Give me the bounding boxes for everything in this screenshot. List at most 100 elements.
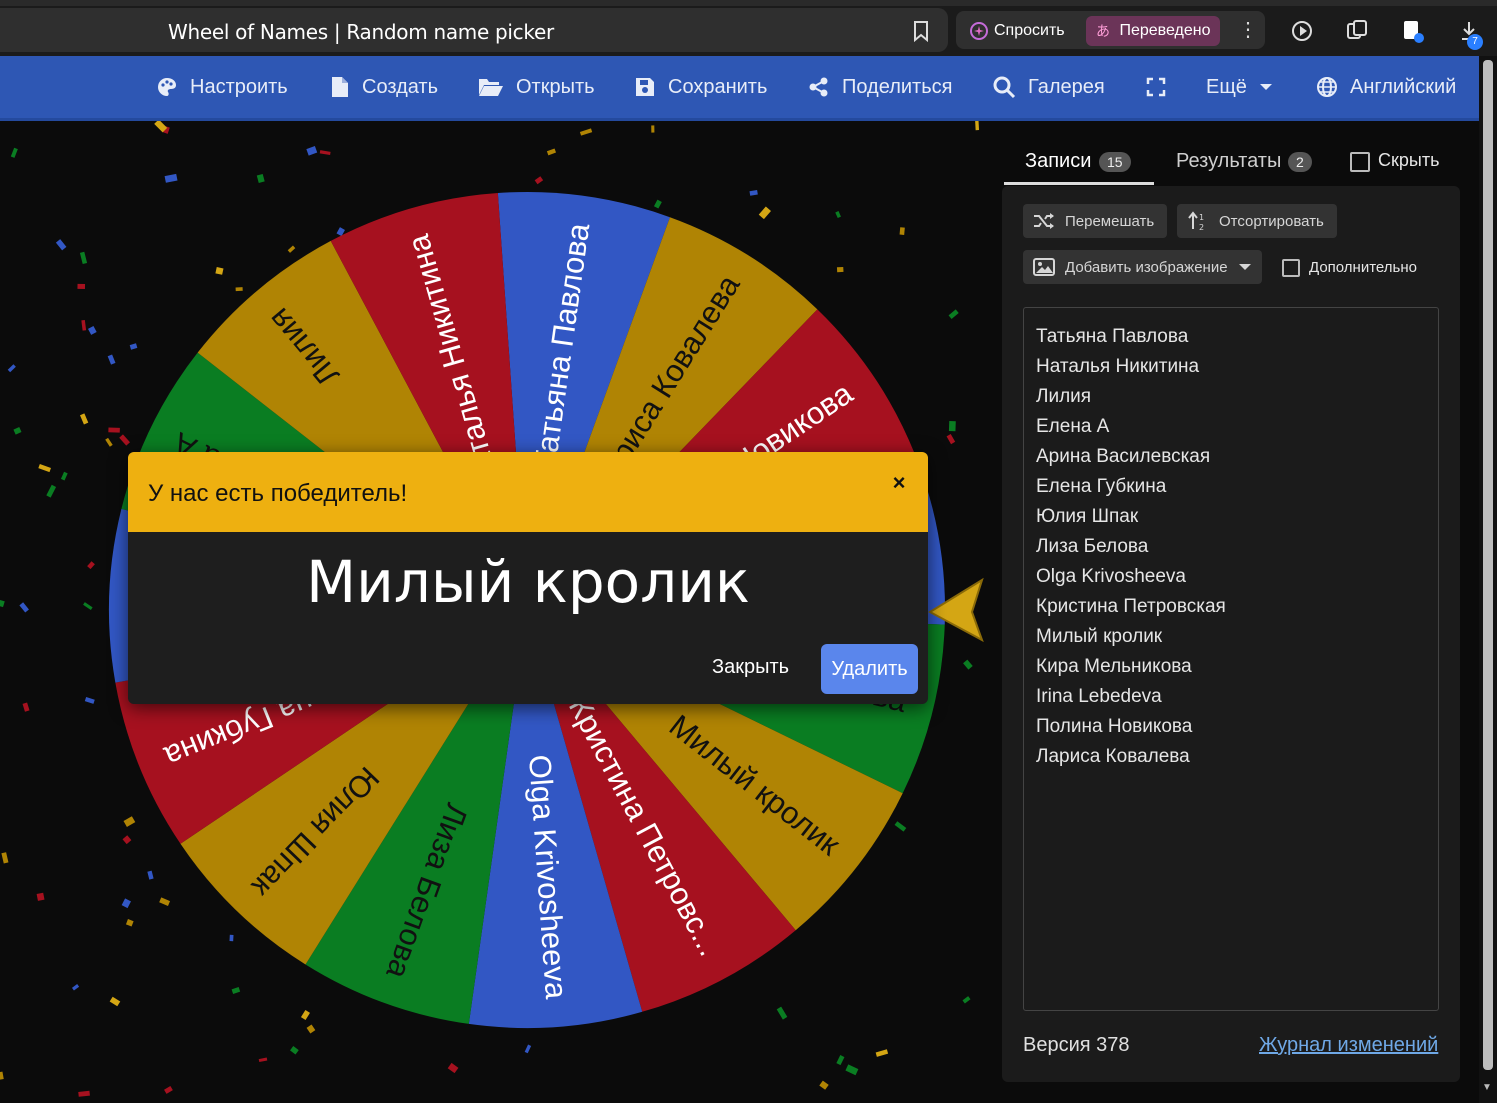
confetti-piece bbox=[10, 147, 18, 158]
shuffle-button[interactable]: Перемешать bbox=[1023, 204, 1167, 238]
confetti-piece bbox=[948, 309, 959, 319]
sort-label: Отсортировать bbox=[1219, 212, 1324, 230]
confetti-piece bbox=[534, 176, 544, 185]
floppy-disk-icon bbox=[636, 78, 654, 96]
ask-button[interactable]: Спросить bbox=[968, 18, 1065, 44]
entry-item: Елена Губкина bbox=[1036, 476, 1167, 497]
scrollbar-thumb[interactable] bbox=[1483, 60, 1493, 1070]
confetti-piece bbox=[287, 245, 296, 253]
more-vertical-icon[interactable]: ⋮ bbox=[1238, 17, 1258, 42]
customize-label: Настроить bbox=[190, 75, 288, 98]
close-button[interactable]: Закрыть bbox=[712, 656, 789, 679]
confetti-piece bbox=[46, 484, 57, 498]
entry-item: Кира Мельникова bbox=[1036, 656, 1192, 677]
svg-text:2: 2 bbox=[1199, 223, 1204, 231]
confetti-piece bbox=[546, 148, 557, 156]
confetti-piece bbox=[80, 413, 89, 425]
confetti-piece bbox=[55, 239, 67, 251]
entry-item: Наталья Никитина bbox=[1036, 356, 1200, 377]
page-title: Wheel of Names | Random name picker bbox=[168, 20, 554, 44]
open-button[interactable]: Открыть bbox=[478, 73, 595, 101]
tab-results-label: Результаты bbox=[1176, 150, 1282, 172]
confetti-piece bbox=[975, 121, 980, 131]
fullscreen-button[interactable] bbox=[1146, 73, 1166, 101]
customize-button[interactable]: Настроить bbox=[156, 73, 288, 101]
entry-item: Кристина Петровская bbox=[1036, 596, 1226, 617]
confetti-piece bbox=[119, 434, 130, 446]
winner-name: Милый кролик bbox=[306, 548, 750, 616]
confetti-piece bbox=[231, 987, 241, 994]
extension-icon[interactable] bbox=[1400, 18, 1426, 44]
confetti-piece bbox=[0, 1071, 4, 1080]
advanced-checkbox[interactable] bbox=[1282, 259, 1300, 277]
shuffle-icon bbox=[1034, 213, 1054, 229]
bookmark-icon[interactable] bbox=[910, 20, 932, 42]
confetti-piece bbox=[22, 702, 30, 712]
confetti-piece bbox=[109, 996, 121, 1007]
confetti-piece bbox=[290, 1046, 299, 1055]
share-label: Поделиться bbox=[842, 75, 953, 98]
confetti-piece bbox=[60, 471, 68, 481]
file-icon bbox=[332, 77, 348, 97]
entry-item: Арина Василевская bbox=[1036, 446, 1211, 467]
confetti-piece bbox=[129, 343, 138, 350]
remove-button[interactable]: Удалить bbox=[821, 644, 918, 694]
confetti-piece bbox=[899, 227, 905, 235]
sort-icon: 1 2 bbox=[1188, 211, 1204, 231]
media-play-icon[interactable] bbox=[1290, 18, 1316, 44]
translate-icon: あ bbox=[1096, 24, 1110, 40]
dialog-header: У нас есть победитель! × bbox=[128, 452, 928, 532]
confetti-piece bbox=[845, 1064, 859, 1076]
gallery-label: Галерея bbox=[1028, 75, 1105, 98]
shuffle-label: Перемешать bbox=[1065, 212, 1155, 230]
entry-item: Татьяна Павлова bbox=[1036, 326, 1189, 347]
entry-item: Елена А bbox=[1036, 416, 1110, 437]
confetti-piece bbox=[164, 173, 178, 183]
entries-count-badge: 15 bbox=[1099, 152, 1131, 172]
entry-item: Irina Lebedeva bbox=[1036, 686, 1162, 707]
confetti-piece bbox=[122, 835, 132, 845]
language-button[interactable]: Английский bbox=[1316, 73, 1456, 101]
confetti-piece bbox=[963, 659, 973, 670]
confetti-piece bbox=[524, 1044, 532, 1054]
browser-top-strip bbox=[0, 0, 1497, 6]
confetti-piece bbox=[36, 892, 45, 901]
changelog-link[interactable]: Журнал изменений bbox=[1259, 1034, 1438, 1057]
sort-button[interactable]: 1 2 Отсортировать bbox=[1177, 204, 1337, 238]
close-icon[interactable]: × bbox=[888, 470, 910, 495]
save-button[interactable]: Сохранить bbox=[634, 73, 767, 101]
winner-dialog: У нас есть победитель! × Милый кролик За… bbox=[128, 452, 928, 704]
add-image-dropdown[interactable]: Добавить изображение bbox=[1023, 250, 1262, 284]
confetti-piece bbox=[79, 251, 88, 265]
translated-button[interactable]: あ Переведено bbox=[1086, 16, 1220, 46]
advanced-label: Дополнительно bbox=[1309, 259, 1417, 276]
hide-checkbox[interactable] bbox=[1350, 152, 1370, 172]
tab-entries-label: Записи bbox=[1025, 150, 1092, 172]
confetti-piece bbox=[1, 852, 9, 864]
confetti-piece bbox=[147, 870, 154, 880]
globe-icon bbox=[1317, 77, 1337, 97]
ask-label: Спросить bbox=[994, 22, 1065, 39]
entry-item: Olga Krivosheeva bbox=[1036, 566, 1186, 587]
more-menu-button[interactable]: Ещё bbox=[1206, 73, 1273, 101]
version-text: Версия 378 bbox=[1023, 1034, 1130, 1056]
new-button[interactable]: Создать bbox=[330, 73, 438, 101]
address-bar[interactable]: Wheel of Names | Random name picker bbox=[0, 8, 948, 52]
reader-icon[interactable] bbox=[1344, 18, 1370, 44]
tab-results[interactable]: Результаты 2 bbox=[1176, 150, 1312, 173]
caret-down-icon bbox=[1259, 84, 1272, 90]
confetti-piece bbox=[121, 898, 131, 909]
confetti-piece bbox=[319, 150, 331, 156]
scroll-down-arrow-icon[interactable]: ▼ bbox=[1482, 1082, 1492, 1093]
downloads-badge: 7 bbox=[1467, 34, 1483, 50]
sparkle-chat-icon bbox=[970, 22, 988, 40]
confetti-piece bbox=[894, 821, 907, 832]
confetti-piece bbox=[87, 325, 97, 335]
share-button[interactable]: Поделиться bbox=[808, 73, 952, 101]
open-label: Открыть bbox=[516, 75, 595, 98]
add-image-label: Добавить изображение bbox=[1065, 258, 1228, 276]
confetti-piece bbox=[946, 434, 956, 445]
folder-open-icon bbox=[479, 79, 503, 96]
gallery-button[interactable]: Галерея bbox=[992, 73, 1105, 101]
tab-entries[interactable]: Записи 15 bbox=[1004, 140, 1154, 185]
